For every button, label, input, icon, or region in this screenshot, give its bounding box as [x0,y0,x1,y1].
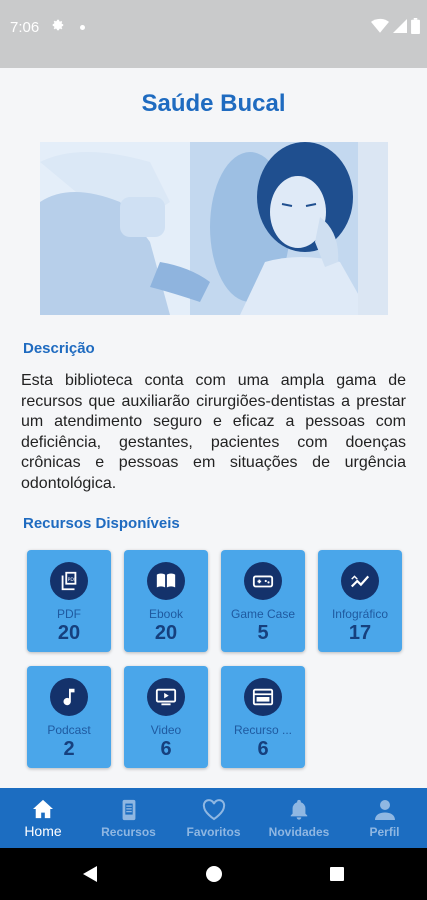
book-icon [147,562,185,600]
status-bar: 7:06 [0,0,427,60]
recents-icon[interactable] [329,866,345,882]
bell-icon [290,799,308,820]
resource-card-recurso-web[interactable]: Recurso ... 6 [221,666,305,768]
resource-label: Infográfico [331,607,389,621]
app-bar [0,60,427,68]
nav-label: Recursos [101,825,156,839]
web-icon [244,678,282,716]
dental-patient-illustration [40,142,388,315]
home-icon [33,799,53,819]
nav-favoritos[interactable]: Favoritos [171,788,256,848]
resource-card-game-case[interactable]: Game Case 5 [221,550,305,652]
nav-label: Home [24,823,62,839]
system-navigation-bar [0,848,427,900]
person-icon [374,800,395,820]
nav-label: Perfil [369,825,400,839]
resource-label: Podcast [47,723,91,737]
main-content: Saúde Bucal Descrição Esta biblioteca co… [0,68,427,788]
resource-card-podcast[interactable]: Podcast 2 [27,666,111,768]
svg-text:PDF: PDF [68,577,77,583]
resource-card-video[interactable]: Video 6 [124,666,208,768]
back-icon[interactable] [82,865,98,883]
resource-card-infografico[interactable]: Infográfico 17 [318,550,402,652]
music-note-icon [50,678,88,716]
nav-recursos[interactable]: Recursos [86,788,171,848]
status-time: 7:06 [10,19,40,36]
nav-label: Favoritos [186,825,241,839]
resource-count: 5 [257,622,269,644]
resource-count: 2 [63,738,75,760]
battery-icon [411,18,420,34]
nav-home[interactable]: Home [0,788,86,848]
notification-dot-icon [80,25,85,30]
page-title: Saúde Bucal [141,90,286,117]
description-text: Esta biblioteca conta com uma ampla gama… [21,372,406,492]
pdf-icon: PDF [50,562,88,600]
hero-image [40,142,388,315]
heart-icon [202,799,225,821]
description-heading: Descrição [23,340,95,357]
gamepad-icon [244,562,282,600]
resource-count: 20 [57,622,81,644]
chart-icon [341,562,379,600]
resource-card-pdf[interactable]: PDF PDF 20 [27,550,111,652]
home-circle-icon[interactable] [205,865,223,883]
resource-label: Video [150,723,182,737]
phone-icon [122,799,135,821]
nav-label: Novidades [268,825,330,839]
resource-label: Game Case [230,607,296,621]
resource-label: Recurso ... [233,723,293,737]
nav-novidades[interactable]: Novidades [256,788,342,848]
wifi-icon [371,18,389,33]
resource-count: 6 [160,738,172,760]
settings-icon [52,19,64,31]
resource-count: 17 [348,622,372,644]
bottom-navigation: Home Recursos Favoritos Novidades Perfil [0,788,427,848]
resource-label: Ebook [148,607,184,621]
resource-count: 6 [257,738,269,760]
nav-perfil[interactable]: Perfil [342,788,427,848]
signal-icon [393,19,407,33]
resource-count: 20 [154,622,178,644]
resource-label: PDF [57,607,81,621]
resource-card-ebook[interactable]: Ebook 20 [124,550,208,652]
video-icon [147,678,185,716]
resources-heading: Recursos Disponíveis [23,515,180,532]
